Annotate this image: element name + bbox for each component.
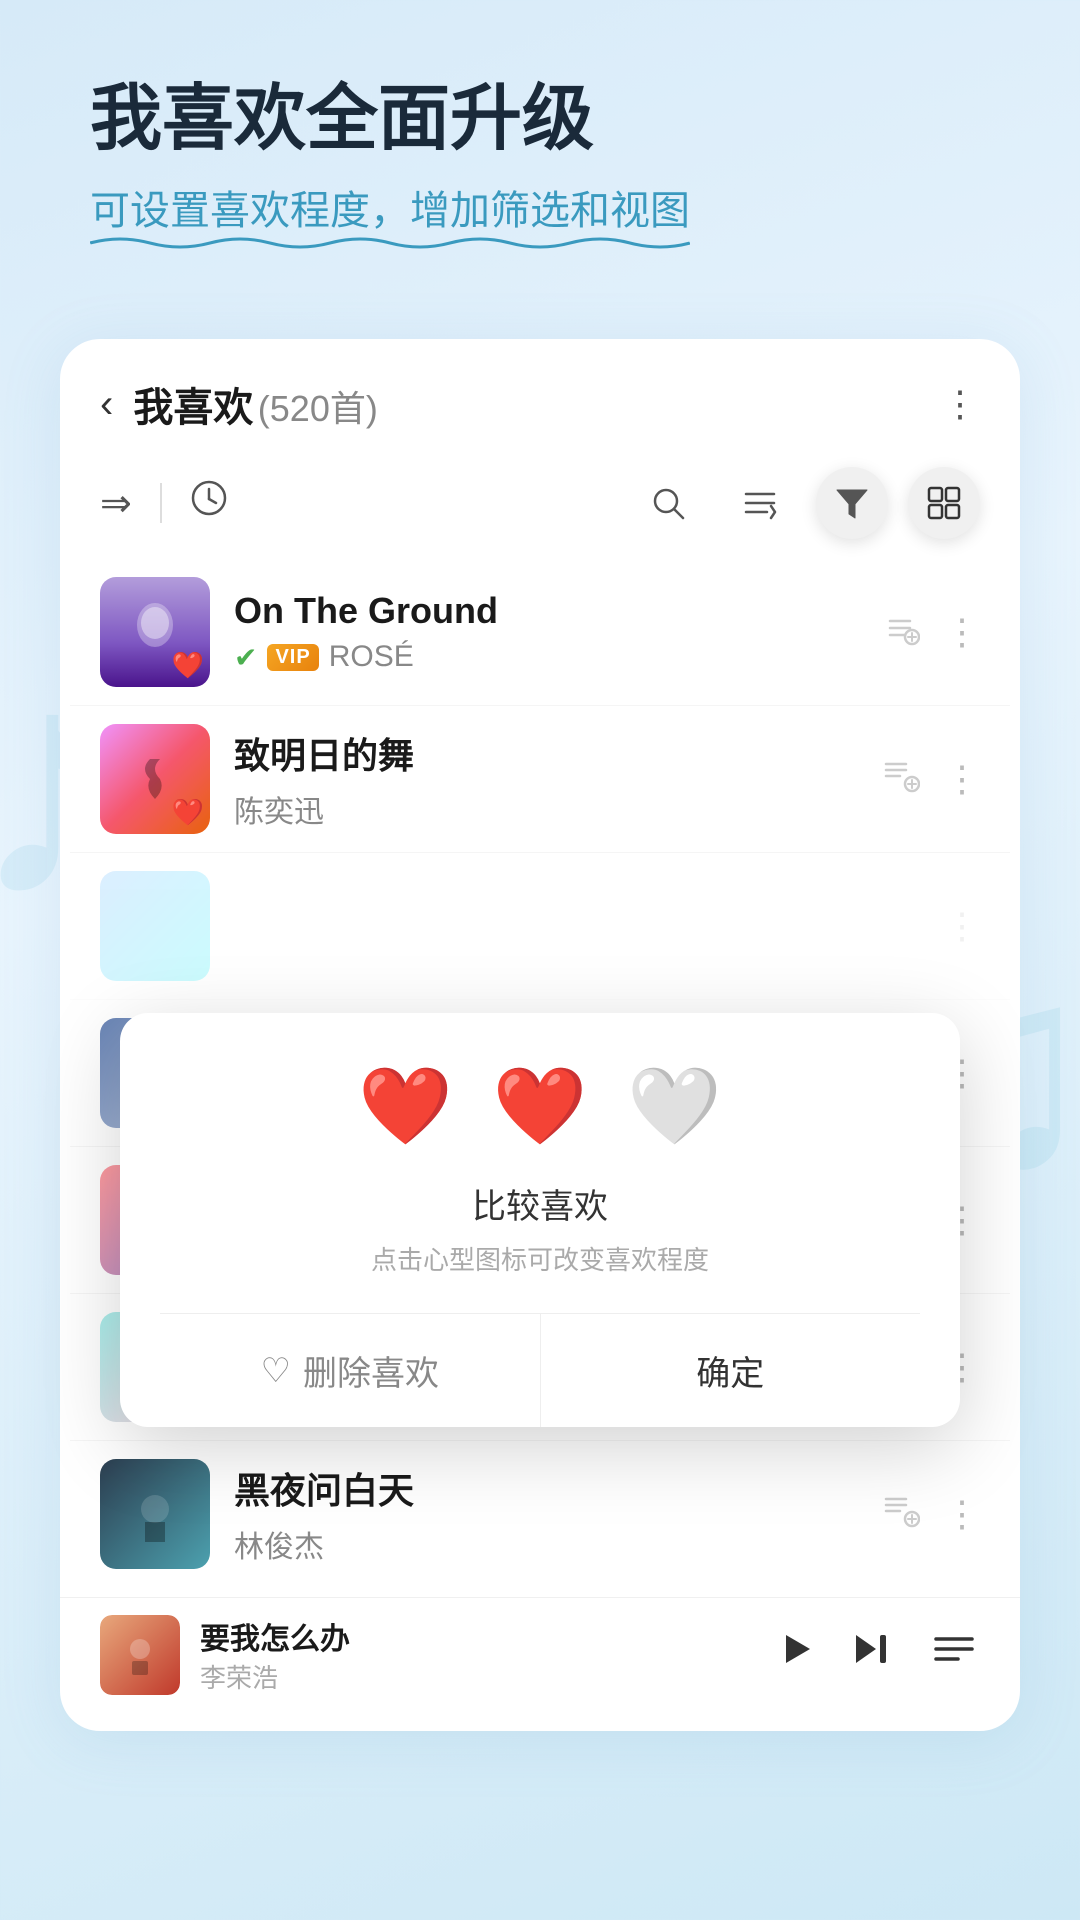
player-info: 要我怎么办 李荣浩 [200,1614,768,1695]
song-cover[interactable] [100,1459,210,1569]
verified-icon: ✔ [234,641,257,674]
card-count: (520首) [258,388,378,429]
song-item: ❤️ On The Ground ✔ VIP ROSÉ [70,559,1010,706]
song-actions: ⋮ [882,609,980,656]
sort-button[interactable] [724,467,796,539]
heart-badge: ❤️ [172,797,204,828]
song-cover [100,871,210,981]
heart-badge: ❤️ [172,650,204,681]
song-title: On The Ground [234,590,858,632]
grid-view-button[interactable] [908,467,980,539]
song-list: ❤️ On The Ground ✔ VIP ROSÉ [60,559,1020,1587]
play-order-button[interactable]: ⇒ [100,481,132,526]
next-button[interactable] [848,1623,900,1687]
player-title: 要我怎么办 [200,1614,768,1658]
player-artist: 李荣浩 [200,1658,768,1695]
song-info: 致明日的舞 陈奕迅 [234,727,858,831]
card-header-left: ‹ 我喜欢 (520首) [100,375,378,433]
vip-badge: VIP [267,644,318,671]
like-level-popup: ❤️ ❤️ 🤍 比较喜欢 点击心型图标可改变喜欢程度 ♡ 删除喜欢 确定 [120,1013,960,1427]
more-options-button[interactable]: ⋮ [944,758,980,800]
more-options-button[interactable]: ⋮ [944,1493,980,1535]
song-title: 致明日的舞 [234,727,858,779]
popup-actions: ♡ 删除喜欢 确定 [160,1313,920,1427]
heart-level-3[interactable]: 🤍 [627,1061,722,1151]
header-subtitle: 可设置喜欢程度，增加筛选和视图 [90,183,690,239]
song-cover[interactable]: ❤️ [100,577,210,687]
cover-art [100,871,210,981]
song-item-hidden: ⋮ [70,853,1010,1000]
more-options-button: ⋮ [944,905,980,947]
more-options-button[interactable]: ⋮ [944,611,980,653]
song-cover[interactable]: ❤️ [100,724,210,834]
bottom-player: 要我怎么办 李荣浩 [60,1597,1020,1711]
song-title: 黑夜问白天 [234,1462,858,1514]
song-actions: ⋮ [920,905,980,947]
search-button[interactable] [632,467,704,539]
play-button[interactable] [768,1623,820,1687]
header-section: 我喜欢全面升级 可设置喜欢程度，增加筛选和视图 [0,0,1080,279]
heart-level-2[interactable]: ❤️ [493,1061,588,1151]
toolbar-right [632,467,980,539]
card-title: 我喜欢 [133,386,253,430]
cover-art [100,1459,210,1569]
song-artist: 林俊杰 [234,1522,858,1566]
heart-delete-icon: ♡ [261,1351,291,1391]
song-artist: 陈奕迅 [234,787,858,831]
delete-like-label: 删除喜欢 [303,1346,439,1395]
card-header: ‹ 我喜欢 (520首) ⋮ [60,339,1020,457]
back-button[interactable]: ‹ [100,382,113,427]
wave-decoration [90,233,690,253]
song-actions: ⋮ [882,1491,980,1538]
heart-level-1[interactable]: ❤️ [358,1061,453,1151]
add-to-queue-button[interactable] [882,1491,920,1538]
more-menu-button[interactable]: ⋮ [942,383,980,425]
artist-name: ROSÉ [329,640,414,674]
song-info: 黑夜问白天 林俊杰 [234,1462,858,1566]
confirm-button[interactable]: 确定 [541,1314,921,1427]
player-controls [768,1623,980,1687]
song-artist: ✔ VIP ROSÉ [234,640,858,674]
toolbar: ⇒ [60,457,1020,559]
delete-like-button[interactable]: ♡ 删除喜欢 [160,1314,541,1427]
clock-icon[interactable] [190,479,228,527]
song-info: On The Ground ✔ VIP ROSÉ [234,590,858,674]
artist-name: 林俊杰 [234,1522,324,1566]
song-info [234,922,896,930]
card-title-group: 我喜欢 (520首) [133,375,378,433]
player-cover [100,1615,180,1695]
toolbar-left: ⇒ [100,479,604,527]
add-to-queue-button[interactable] [882,756,920,803]
song-item: ❤️ 致明日的舞 陈奕迅 ⋮ [70,706,1010,853]
artist-name: 陈奕迅 [234,787,324,831]
popup-container: ⋮ ❤️ ❤️ 🤍 比较喜欢 点击心型图标可改变喜欢程度 ♡ 删除喜欢 确定 [70,853,1010,1000]
playlist-button[interactable] [928,1623,980,1687]
filter-button[interactable] [816,467,888,539]
add-to-queue-button[interactable] [882,609,920,656]
header-title: 我喜欢全面升级 [90,80,990,159]
song-item: 黑夜问白天 林俊杰 ⋮ [70,1441,1010,1587]
popup-hint: 点击心型图标可改变喜欢程度 [160,1240,920,1277]
toolbar-divider [160,483,162,523]
main-card: ‹ 我喜欢 (520首) ⋮ ⇒ [60,339,1020,1731]
popup-label: 比较喜欢 [160,1179,920,1228]
song-actions: ⋮ [882,756,980,803]
heart-selector: ❤️ ❤️ 🤍 [160,1061,920,1151]
